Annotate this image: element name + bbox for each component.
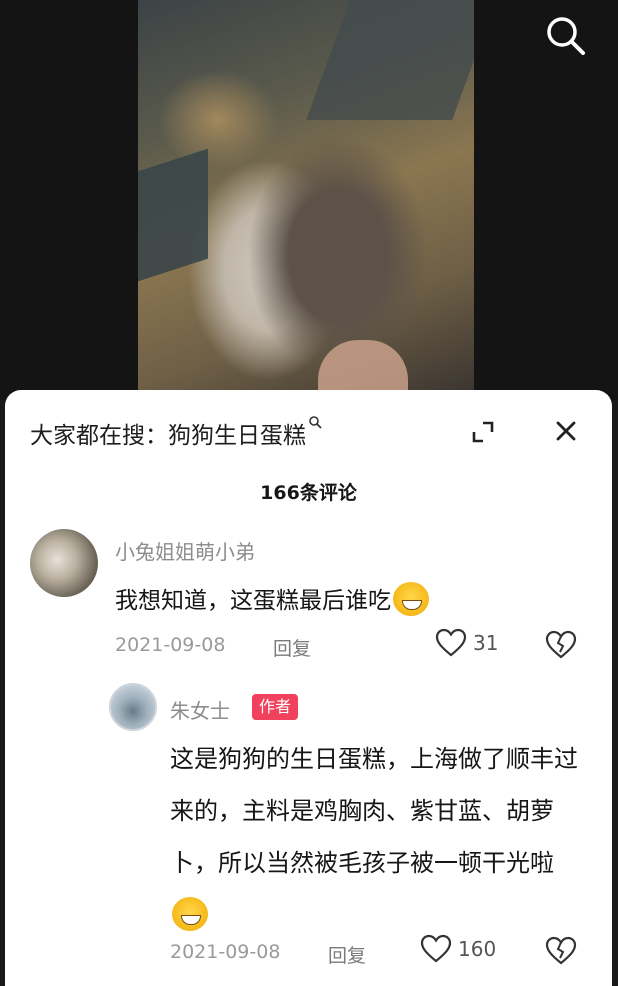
comment-date: 2021-09-08 xyxy=(115,634,226,656)
reply-button[interactable]: 回复 xyxy=(328,941,366,968)
comment-text-content: 我想知道，这蛋糕最后谁吃 xyxy=(115,588,391,614)
comment-count: 166条评论 xyxy=(260,482,357,504)
search-icon xyxy=(309,416,322,429)
comment-text: 这是狗狗的生日蛋糕，上海做了顺丰过来的，主料是鸡胸肉、紫甘蓝、胡萝卜，所以当然被… xyxy=(170,733,580,941)
avatar[interactable] xyxy=(109,683,157,731)
video-content xyxy=(306,0,474,120)
comment-text: 我想知道，这蛋糕最后谁吃 xyxy=(115,581,429,616)
author-badge: 作者 xyxy=(252,694,299,720)
search-icon[interactable] xyxy=(544,14,588,58)
comment-sheet: 大家都在搜：狗狗生日蛋糕 166条评论 小兔姐姐萌小弟 我想知道，这蛋糕最后谁吃… xyxy=(5,390,612,986)
broken-heart-icon[interactable] xyxy=(545,630,577,660)
comment-username[interactable]: 朱女士 xyxy=(170,695,230,724)
close-icon[interactable] xyxy=(553,418,579,444)
like-count: 160 xyxy=(458,937,497,961)
heart-icon xyxy=(420,934,452,963)
broken-heart-icon[interactable] xyxy=(545,936,577,966)
laughing-crying-emoji-icon xyxy=(393,582,429,616)
grinning-emoji-icon xyxy=(172,897,208,931)
like-button[interactable]: 31 xyxy=(435,628,498,658)
comment-username[interactable]: 小兔姐姐萌小弟 xyxy=(115,536,255,565)
video-area[interactable] xyxy=(0,0,618,400)
comment-date: 2021-09-08 xyxy=(170,941,281,963)
avatar[interactable] xyxy=(30,529,98,597)
sheet-header: 大家都在搜：狗狗生日蛋糕 xyxy=(5,390,612,476)
video-content xyxy=(138,148,208,282)
reply-button[interactable]: 回复 xyxy=(273,634,311,661)
video-content xyxy=(318,340,408,395)
search-suggestion[interactable]: 大家都在搜：狗狗生日蛋糕 xyxy=(30,416,322,450)
video-frame[interactable] xyxy=(138,0,474,395)
heart-icon xyxy=(435,628,467,657)
like-count: 31 xyxy=(473,631,499,655)
like-button[interactable]: 160 xyxy=(420,934,496,964)
comment-text-content: 这是狗狗的生日蛋糕，上海做了顺丰过来的，主料是鸡胸肉、紫甘蓝、胡萝卜，所以当然被… xyxy=(170,745,578,877)
expand-icon[interactable] xyxy=(469,418,497,446)
search-suggestion-text[interactable]: 大家都在搜：狗狗生日蛋糕 xyxy=(30,416,306,450)
